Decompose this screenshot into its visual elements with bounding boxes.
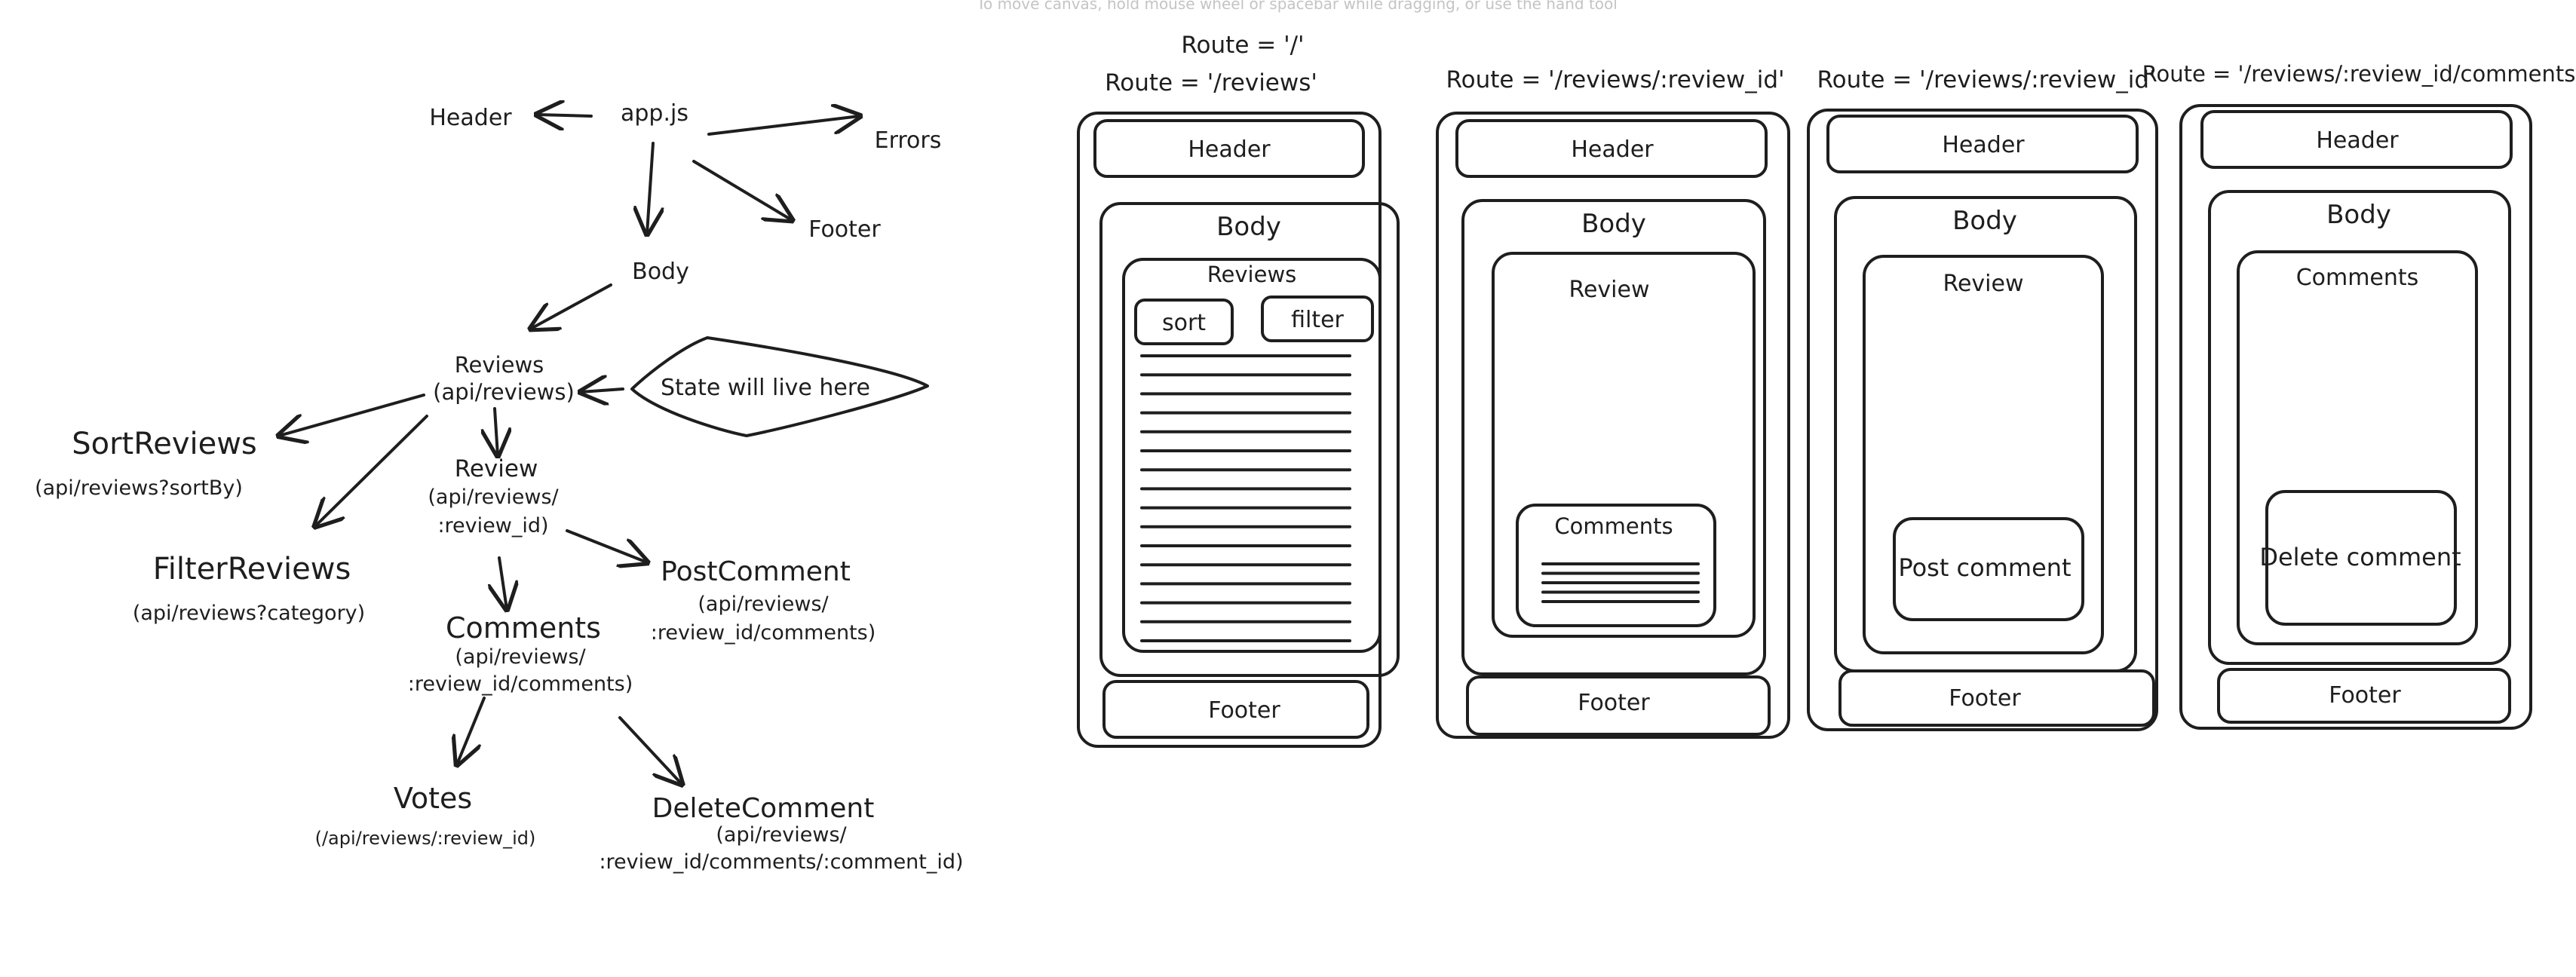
wireframe-review[interactable]: Header Body Review Comments Footer bbox=[1436, 112, 1790, 739]
tree-node-filter-reviews-title[interactable]: FilterReviews bbox=[153, 552, 351, 587]
tree-node-delete-comment-title[interactable]: DeleteComment bbox=[652, 793, 875, 824]
wf4-header-label: Header bbox=[2316, 127, 2399, 154]
route-label-review-id-a: Route = '/reviews/:review_id' bbox=[1446, 66, 1784, 93]
tree-node-review-title[interactable]: Review bbox=[455, 455, 538, 482]
arrow-app-to-body bbox=[647, 142, 653, 234]
wf3-review-box bbox=[1863, 255, 2104, 654]
tree-node-header[interactable]: Header bbox=[429, 105, 512, 131]
wf3-post-comment-label: Post comment bbox=[1898, 553, 2071, 582]
arrow-review-to-postcomment bbox=[566, 529, 647, 562]
tree-node-errors[interactable]: Errors bbox=[875, 127, 942, 154]
arrow-state-to-reviews bbox=[581, 389, 624, 392]
wf2-footer-label: Footer bbox=[1578, 690, 1650, 716]
arrow-reviews-to-sort bbox=[279, 394, 425, 436]
tree-node-sort-reviews-api: (api/reviews?sortBy) bbox=[35, 476, 243, 500]
tree-node-footer[interactable]: Footer bbox=[808, 216, 881, 243]
route-label-comments: Route = '/reviews/:review_id/comments' bbox=[2142, 61, 2576, 87]
wf3-header-label: Header bbox=[1942, 132, 2025, 158]
wireframe-review-post[interactable]: Header Body Review Post comment Footer bbox=[1807, 109, 2158, 731]
tree-node-post-comment-title[interactable]: PostComment bbox=[661, 556, 851, 587]
tree-node-votes-title[interactable]: Votes bbox=[394, 782, 472, 815]
tree-node-sort-reviews-title[interactable]: SortReviews bbox=[72, 427, 257, 461]
wf1-sort-label: sort bbox=[1162, 310, 1206, 336]
wf3-review-label: Review bbox=[1943, 271, 2023, 297]
wireframes: Route = '/' Route = '/reviews' Route = '… bbox=[1077, 32, 2576, 748]
tree-node-filter-reviews-api: (api/reviews?category) bbox=[133, 602, 365, 625]
wf1-reviews-label: Reviews bbox=[1207, 262, 1297, 287]
tree-node-app[interactable]: app.js bbox=[621, 100, 688, 127]
state-note-label: State will live here bbox=[661, 375, 870, 401]
arrow-comments-to-deletecomment bbox=[618, 716, 682, 784]
tree-node-votes-api: (/api/reviews/:review_id) bbox=[315, 828, 536, 849]
tree-node-reviews-api: (api/reviews) bbox=[433, 379, 575, 405]
wf1-footer-label: Footer bbox=[1208, 697, 1280, 724]
wireframe-reviews[interactable]: Header Body Reviews sort filter Footer bbox=[1077, 112, 1400, 748]
wf4-comments-box bbox=[2237, 250, 2478, 645]
tree-node-comments-api-1: (api/reviews/ bbox=[455, 645, 586, 669]
route-label-review-id-b: Route = '/reviews/:review_id' bbox=[1817, 66, 2155, 93]
wf2-comments-list bbox=[1541, 562, 1700, 603]
canvas-hint: To move canvas, hold mouse wheel or spac… bbox=[976, 0, 1618, 13]
tree-node-post-comment-api-2: :review_id/comments) bbox=[651, 621, 876, 645]
wf1-body-label: Body bbox=[1216, 212, 1281, 242]
arrow-reviews-to-filter bbox=[315, 415, 428, 526]
tree-node-delete-comment-api-2: :review_id/comments/:comment_id) bbox=[599, 850, 963, 874]
diagram-canvas[interactable]: To move canvas, hold mouse wheel or spac… bbox=[0, 0, 2576, 977]
arrow-app-to-header bbox=[537, 115, 593, 116]
arrow-body-to-reviews bbox=[531, 283, 612, 329]
wf1-reviews-list bbox=[1140, 354, 1351, 642]
arrow-comments-to-votes bbox=[457, 697, 486, 764]
arrow-reviews-to-review bbox=[495, 407, 498, 455]
component-tree: app.js Header Errors Footer Body Reviews… bbox=[35, 100, 964, 874]
wf3-body-box bbox=[1834, 196, 2137, 672]
tree-node-body[interactable]: Body bbox=[632, 259, 689, 285]
wf2-body-label: Body bbox=[1581, 209, 1646, 239]
tree-node-review-api-2: :review_id) bbox=[437, 514, 548, 538]
wf4-comments-label: Comments bbox=[2296, 265, 2419, 291]
arrow-review-to-comments bbox=[499, 556, 507, 609]
wf2-review-label: Review bbox=[1569, 277, 1649, 303]
arrow-app-to-errors bbox=[707, 116, 860, 136]
wf4-delete-comment-label: Delete comment bbox=[2259, 543, 2461, 571]
tree-node-review-api-1: (api/reviews/ bbox=[428, 485, 559, 509]
wf2-comments-label: Comments bbox=[1554, 513, 1673, 539]
wf1-header-label: Header bbox=[1188, 136, 1271, 163]
tree-node-comments-title[interactable]: Comments bbox=[446, 611, 601, 645]
wf1-filter-label: filter bbox=[1291, 307, 1344, 333]
wf4-footer-label: Footer bbox=[2329, 682, 2401, 709]
tree-node-delete-comment-api-1: (api/reviews/ bbox=[716, 823, 847, 847]
wf4-body-label: Body bbox=[2326, 200, 2391, 230]
route-label-reviews: Route = '/reviews' bbox=[1105, 69, 1317, 96]
wireframe-comments[interactable]: Header Body Comments Delete comment Foot… bbox=[2179, 104, 2532, 730]
wf2-header-label: Header bbox=[1571, 136, 1654, 163]
tree-node-reviews-title[interactable]: Reviews bbox=[455, 352, 544, 378]
wf3-body-label: Body bbox=[1952, 206, 2017, 236]
route-label-root: Route = '/' bbox=[1181, 32, 1304, 59]
tree-node-comments-api-2: :review_id/comments) bbox=[408, 672, 633, 696]
arrow-app-to-footer bbox=[692, 160, 792, 220]
wf4-body-box bbox=[2208, 190, 2511, 665]
tree-node-post-comment-api-1: (api/reviews/ bbox=[698, 593, 829, 616]
wf3-footer-label: Footer bbox=[1949, 685, 2021, 712]
